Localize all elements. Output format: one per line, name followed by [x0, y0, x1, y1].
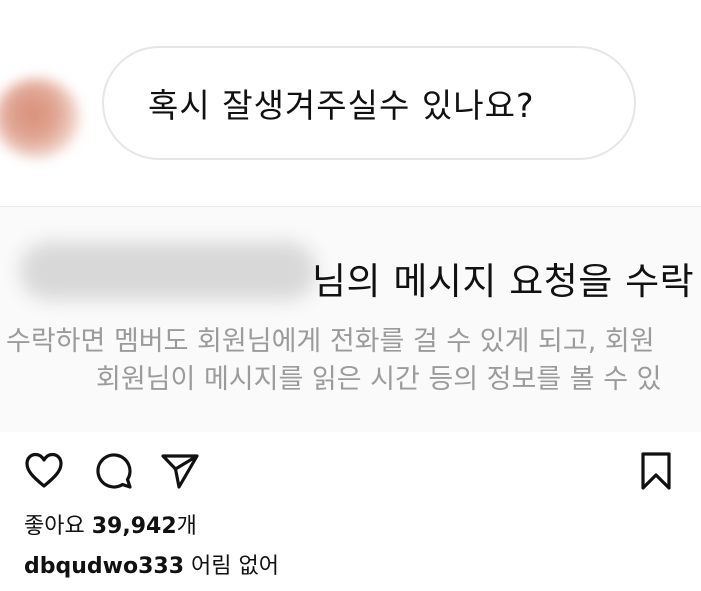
chat-area: 혹시 잘생겨주실수 있나요? — [0, 0, 701, 205]
post-screenshot: 혹시 잘생겨주실수 있나요? 님의 메시지 요청을 수락 수락하면 멤버도 회원… — [0, 0, 701, 591]
post-action-bar — [0, 446, 701, 498]
send-icon[interactable] — [160, 451, 200, 491]
request-description-line-1: 수락하면 멤버도 회원님에게 전화를 걸 수 있게 되고, 회원 — [6, 326, 655, 357]
post-caption: dbqudwo333 어림 없어 — [24, 548, 279, 580]
request-description-line-2: 회원님이 메시지를 읽은 시간 등의 정보를 볼 수 있 — [96, 364, 662, 395]
caption-username[interactable]: dbqudwo333 — [24, 554, 184, 579]
blurred-username — [20, 242, 316, 300]
sender-avatar[interactable] — [0, 78, 80, 158]
likes-unit: 개 — [176, 514, 197, 539]
request-description: 수락하면 멤버도 회원님에게 전화를 걸 수 있게 되고, 회원 회원님이 메시… — [0, 323, 701, 399]
heart-icon[interactable] — [24, 451, 64, 491]
comment-icon[interactable] — [94, 451, 134, 491]
caption-text: 어림 없어 — [191, 554, 279, 579]
message-request-panel: 님의 메시지 요청을 수락 수락하면 멤버도 회원님에게 전화를 걸 수 있게 … — [0, 206, 701, 432]
likes-count[interactable]: 좋아요 39,942개 — [24, 508, 197, 540]
message-text: 혹시 잘생겨주실수 있나요? — [148, 86, 535, 125]
likes-label: 좋아요 — [24, 514, 85, 539]
request-title: 님의 메시지 요청을 수락 — [312, 260, 695, 303]
likes-number: 39,942 — [91, 514, 177, 539]
bookmark-icon[interactable] — [636, 451, 676, 491]
message-bubble: 혹시 잘생겨주실수 있나요? — [102, 46, 636, 160]
